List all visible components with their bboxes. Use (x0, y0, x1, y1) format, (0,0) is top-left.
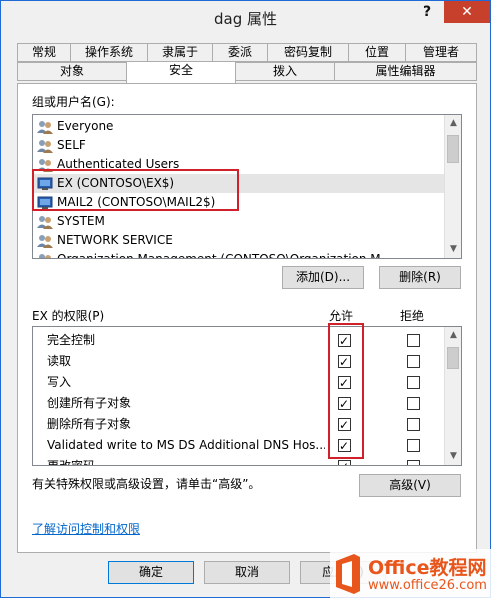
title-bar[interactable]: dag 属性 ? ✕ (1, 1, 490, 33)
permission-row: 完全控制 (33, 331, 445, 351)
ok-button[interactable]: 确定 (108, 561, 194, 584)
deny-checkbox[interactable] (407, 334, 420, 347)
user-group-icon (37, 233, 53, 249)
add-button[interactable]: 添加(D)... (282, 266, 364, 289)
tab-object[interactable]: 对象 (17, 62, 127, 81)
permission-row: 读取 (33, 352, 445, 372)
permission-label: 写入 (47, 375, 72, 389)
permission-label: 更改密码 (47, 459, 96, 466)
permissions-scrollbar[interactable]: ▲ ▼ (444, 327, 461, 465)
permission-label: 读取 (47, 354, 72, 368)
permission-label: 完全控制 (47, 333, 96, 347)
list-item-label: Everyone (57, 119, 114, 133)
tab-operating-system[interactable]: 操作系统 (70, 43, 148, 62)
scroll-up-icon[interactable]: ▲ (445, 327, 461, 344)
tab-managed-by[interactable]: 管理者 (405, 43, 477, 62)
permission-row: Validated write to MS DS Additional DNS … (33, 436, 445, 456)
user-group-icon (37, 119, 53, 135)
cancel-button[interactable]: 取消 (204, 561, 290, 584)
advanced-button[interactable]: 高级(V) (359, 474, 461, 497)
scroll-thumb[interactable] (447, 135, 459, 163)
allow-checkbox[interactable] (338, 458, 351, 465)
permission-row: 创建所有子对象 (33, 394, 445, 414)
permissions-label: EX 的权限(P) (32, 309, 105, 323)
help-button[interactable]: ? (411, 1, 443, 23)
deny-checkbox[interactable] (407, 418, 420, 431)
tab-delegation[interactable]: 委派 (212, 43, 268, 62)
list-item[interactable]: Everyone (33, 117, 445, 136)
scroll-down-icon[interactable]: ▼ (445, 448, 461, 465)
remove-button[interactable]: 删除(R) (379, 266, 461, 289)
list-item-label: NETWORK SERVICE (57, 233, 173, 247)
tab-member-of[interactable]: 隶属于 (147, 43, 213, 62)
scroll-down-icon[interactable]: ▼ (445, 241, 461, 258)
deny-header: 拒绝 (400, 309, 425, 323)
groups-label: 组或用户名(G): (32, 95, 115, 109)
deny-checkbox[interactable] (407, 376, 420, 389)
watermark-brand: Office教程网 (368, 557, 487, 579)
highlight-box-allow (328, 323, 364, 459)
permission-label: 删除所有子对象 (47, 417, 132, 431)
scroll-thumb[interactable] (447, 347, 459, 369)
user-group-icon (37, 252, 53, 258)
tab-security[interactable]: 安全 (126, 61, 236, 83)
highlight-box-computers (32, 169, 239, 211)
tab-attribute-editor[interactable]: 属性编辑器 (334, 62, 477, 81)
tab-password-replication[interactable]: 密码复制 (267, 43, 349, 62)
watermark: Office教程网 www.office26.com (330, 549, 491, 598)
list-item[interactable]: SYSTEM (33, 212, 445, 231)
deny-checkbox[interactable] (407, 460, 420, 465)
close-button[interactable]: ✕ (444, 1, 490, 23)
list-item[interactable]: Organization Management (CONTOSO\Organiz… (33, 250, 445, 259)
permission-label: 创建所有子对象 (47, 396, 132, 410)
tab-general[interactable]: 常规 (17, 43, 71, 62)
properties-window: dag 属性 ? ✕ 常规 操作系统 隶属于 委派 密码复制 位置 管理者 对象… (0, 0, 491, 598)
advanced-hint: 有关特殊权限或高级设置，请单击“高级”。 (32, 477, 261, 491)
tab-dial-in[interactable]: 拨入 (235, 62, 335, 81)
permissions-list[interactable]: 完全控制读取写入创建所有子对象删除所有子对象 Validated write to… (32, 326, 462, 466)
list-item[interactable]: NETWORK SERVICE (33, 231, 445, 250)
permission-label: Validated write to MS DS Additional DNS … (47, 438, 325, 452)
watermark-url: www.office26.com (368, 578, 487, 593)
permission-row: 删除所有子对象 (33, 415, 445, 435)
user-group-icon (37, 214, 53, 230)
close-icon: ✕ (461, 4, 473, 20)
permission-row: 写入 (33, 373, 445, 393)
list-item[interactable]: SELF (33, 136, 445, 155)
permission-row: 更改密码 (33, 457, 445, 466)
allow-header: 允许 (329, 309, 354, 323)
deny-checkbox[interactable] (407, 355, 420, 368)
tab-location[interactable]: 位置 (348, 43, 406, 62)
list-item-label: SYSTEM (57, 214, 105, 228)
access-control-help-link[interactable]: 了解访问控制和权限 (32, 520, 140, 537)
user-group-icon (37, 138, 53, 154)
deny-checkbox[interactable] (407, 439, 420, 452)
deny-checkbox[interactable] (407, 397, 420, 410)
security-tab-panel: 组或用户名(G): Everyone SELF Authenticated User… (17, 83, 477, 553)
scroll-up-icon[interactable]: ▲ (445, 115, 461, 132)
group-list-scrollbar[interactable]: ▲ ▼ (444, 115, 461, 258)
list-item-label: SELF (57, 138, 86, 152)
list-item-label: Organization Management (CONTOSO\Organiz… (57, 252, 393, 259)
